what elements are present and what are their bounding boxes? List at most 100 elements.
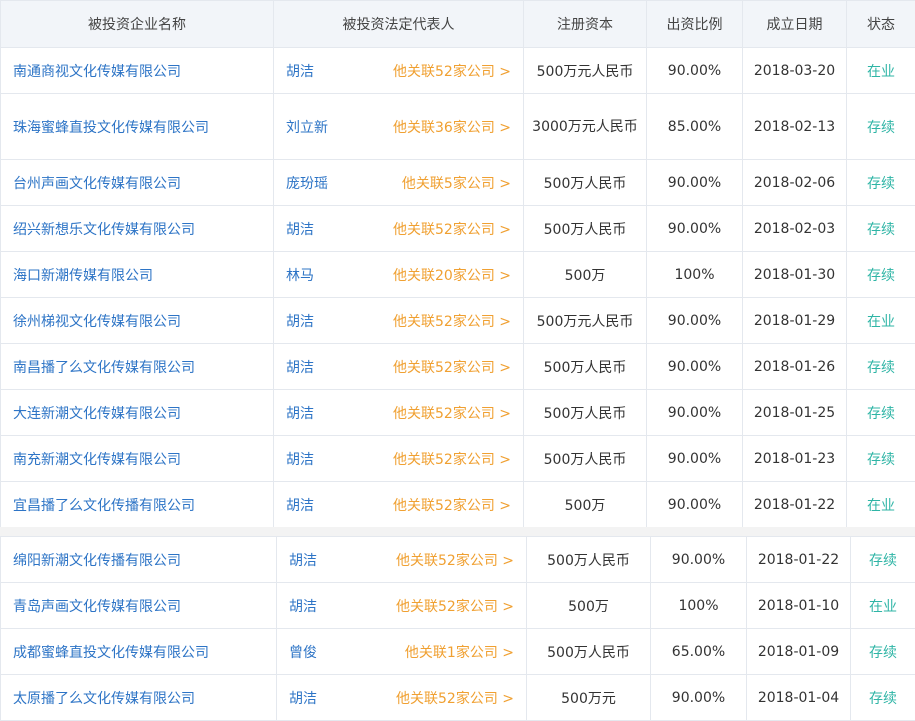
status-badge: 存续: [847, 390, 915, 436]
investment-table: 被投资企业名称 被投资法定代表人 注册资本 出资比例 成立日期 状态 南通商视文…: [0, 0, 915, 528]
company-link[interactable]: 海口新潮传媒有限公司: [1, 252, 274, 298]
table-row: 宜昌播了么文化传播有限公司 胡洁他关联52家公司 > 500万 90.00% 2…: [1, 482, 915, 528]
header-status[interactable]: 状态: [847, 1, 915, 48]
related-companies-link[interactable]: 他关联52家公司 >: [393, 357, 511, 377]
table-row: 太原播了么文化传媒有限公司 胡洁他关联52家公司 > 500万元 90.00% …: [1, 675, 915, 721]
table-row: 绍兴新想乐文化传媒有限公司 胡洁 他关联52家公司 > 500万人民币 90.00…: [1, 206, 915, 252]
legal-rep-cell: 胡洁 他关联52家公司 >: [274, 436, 524, 482]
related-companies-link[interactable]: 他关联5家公司 >: [402, 173, 511, 193]
related-companies-link[interactable]: 他关联52家公司 >: [396, 550, 514, 570]
table-row: 南通商视文化传媒有限公司 胡洁他关联52家公司 > 500万元人民币 90.00…: [1, 48, 915, 94]
company-link[interactable]: 绵阳新潮文化传播有限公司: [1, 537, 277, 583]
related-companies-link[interactable]: 他关联52家公司 >: [393, 495, 511, 515]
legal-rep-link[interactable]: 林马: [286, 265, 314, 285]
status-badge: 在业: [851, 583, 915, 629]
legal-rep-cell: 胡洁 他关联52家公司 >: [274, 48, 524, 94]
company-link[interactable]: 南昌播了么文化传媒有限公司: [1, 344, 274, 390]
related-companies-link[interactable]: 他关联52家公司 >: [393, 403, 511, 423]
status-badge: 在业: [847, 48, 915, 94]
date-value: 2018-01-09: [747, 629, 851, 675]
legal-rep-link[interactable]: 庞玢瑶: [286, 173, 328, 193]
date-value: 2018-01-25: [743, 390, 847, 436]
section-divider: [0, 527, 915, 536]
company-link[interactable]: 太原播了么文化传媒有限公司: [1, 675, 277, 721]
legal-rep-cell: 胡洁 他关联52家公司 >: [274, 482, 524, 528]
investment-table-continued: 绵阳新潮文化传播有限公司 胡洁他关联52家公司 > 500万人民币 90.00%…: [0, 536, 915, 721]
ratio-value: 90.00%: [647, 390, 743, 436]
capital-value: 500万人民币: [524, 344, 647, 390]
ratio-value: 90.00%: [647, 436, 743, 482]
status-badge: 存续: [851, 629, 915, 675]
legal-rep-link[interactable]: 胡洁: [286, 61, 314, 81]
header-ratio[interactable]: 出资比例: [647, 1, 743, 48]
date-value: 2018-01-26: [743, 344, 847, 390]
ratio-value: 90.00%: [647, 482, 743, 528]
table-row: 台州声画文化传媒有限公司 庞玢瑶他关联5家公司 > 500万人民币 90.00%…: [1, 160, 915, 206]
date-value: 2018-03-20: [743, 48, 847, 94]
company-link[interactable]: 大连新潮文化传媒有限公司: [1, 390, 274, 436]
table-row: 绵阳新潮文化传播有限公司 胡洁他关联52家公司 > 500万人民币 90.00%…: [1, 537, 915, 583]
capital-value: 500万元人民币: [524, 298, 647, 344]
legal-rep-link[interactable]: 胡洁: [289, 550, 317, 570]
table-row: 珠海蜜蜂直投文化传媒有限公司 刘立新他关联36家公司 > 3000万元人民币 8…: [1, 94, 915, 160]
related-companies-link[interactable]: 他关联20家公司 >: [393, 265, 511, 285]
legal-rep-link[interactable]: 胡洁: [286, 403, 314, 423]
table-row: 南昌播了么文化传媒有限公司 胡洁他关联52家公司 > 500万人民币 90.00…: [1, 344, 915, 390]
legal-rep-link[interactable]: 胡洁: [286, 311, 314, 331]
table-row: 南充新潮文化传媒有限公司 胡洁他关联52家公司 > 500万人民币 90.00%…: [1, 436, 915, 482]
ratio-value: 90.00%: [647, 206, 743, 252]
header-legal-rep[interactable]: 被投资法定代表人: [274, 1, 524, 48]
related-companies-link[interactable]: 他关联52家公司 >: [396, 688, 514, 708]
related-companies-link[interactable]: 他关联1家公司 >: [405, 642, 514, 662]
company-link[interactable]: 台州声画文化传媒有限公司: [1, 160, 274, 206]
capital-value: 500万元人民币: [524, 48, 647, 94]
company-link[interactable]: 绍兴新想乐文化传媒有限公司: [1, 206, 274, 252]
capital-value: 500万: [527, 583, 651, 629]
capital-value: 500万人民币: [527, 537, 651, 583]
related-companies-link[interactable]: 他关联52家公司 >: [393, 219, 511, 239]
related-companies-link[interactable]: 他关联36家公司 >: [393, 117, 511, 137]
legal-rep-cell: 胡洁 他关联52家公司 >: [274, 298, 524, 344]
company-link[interactable]: 珠海蜜蜂直投文化传媒有限公司: [1, 94, 274, 160]
status-badge: 在业: [847, 298, 915, 344]
status-badge: 存续: [851, 537, 915, 583]
related-companies-link[interactable]: 他关联52家公司 >: [393, 311, 511, 331]
related-companies-link[interactable]: 他关联52家公司 >: [396, 596, 514, 616]
header-capital[interactable]: 注册资本: [524, 1, 647, 48]
table-row: 海口新潮传媒有限公司 林马他关联20家公司 > 500万 100% 2018-0…: [1, 252, 915, 298]
legal-rep-link[interactable]: 胡洁: [286, 357, 314, 377]
ratio-value: 100%: [647, 252, 743, 298]
table-row: 大连新潮文化传媒有限公司 胡洁 他关联52家公司 > 500万人民币 90.00%…: [1, 390, 915, 436]
capital-value: 500万: [524, 252, 647, 298]
company-link[interactable]: 南充新潮文化传媒有限公司: [1, 436, 274, 482]
legal-rep-cell: 林马 他关联20家公司 >: [274, 252, 524, 298]
legal-rep-link[interactable]: 胡洁: [289, 688, 317, 708]
ratio-value: 90.00%: [651, 675, 747, 721]
legal-rep-link[interactable]: 胡洁: [289, 596, 317, 616]
related-companies-link[interactable]: 他关联52家公司 >: [393, 449, 511, 469]
status-badge: 存续: [847, 436, 915, 482]
company-link[interactable]: 南通商视文化传媒有限公司: [1, 48, 274, 94]
legal-rep-link[interactable]: 曾俊: [289, 642, 317, 662]
date-value: 2018-02-06: [743, 160, 847, 206]
date-value: 2018-01-29: [743, 298, 847, 344]
date-value: 2018-01-10: [747, 583, 851, 629]
company-link[interactable]: 宜昌播了么文化传播有限公司: [1, 482, 274, 528]
capital-value: 500万人民币: [524, 390, 647, 436]
status-badge: 在业: [847, 482, 915, 528]
legal-rep-link[interactable]: 胡洁: [286, 219, 314, 239]
header-date[interactable]: 成立日期: [743, 1, 847, 48]
ratio-value: 90.00%: [647, 298, 743, 344]
company-link[interactable]: 徐州梯视文化传媒有限公司: [1, 298, 274, 344]
company-link[interactable]: 成都蜜蜂直投文化传媒有限公司: [1, 629, 277, 675]
capital-value: 500万人民币: [524, 206, 647, 252]
capital-value: 3000万元人民币: [524, 94, 647, 160]
status-badge: 存续: [847, 252, 915, 298]
related-companies-link[interactable]: 他关联52家公司 >: [393, 61, 511, 81]
legal-rep-link[interactable]: 胡洁: [286, 449, 314, 469]
capital-value: 500万人民币: [527, 629, 651, 675]
legal-rep-link[interactable]: 胡洁: [286, 495, 314, 515]
company-link[interactable]: 青岛声画文化传媒有限公司: [1, 583, 277, 629]
header-company[interactable]: 被投资企业名称: [1, 1, 274, 48]
legal-rep-link[interactable]: 刘立新: [286, 117, 328, 137]
